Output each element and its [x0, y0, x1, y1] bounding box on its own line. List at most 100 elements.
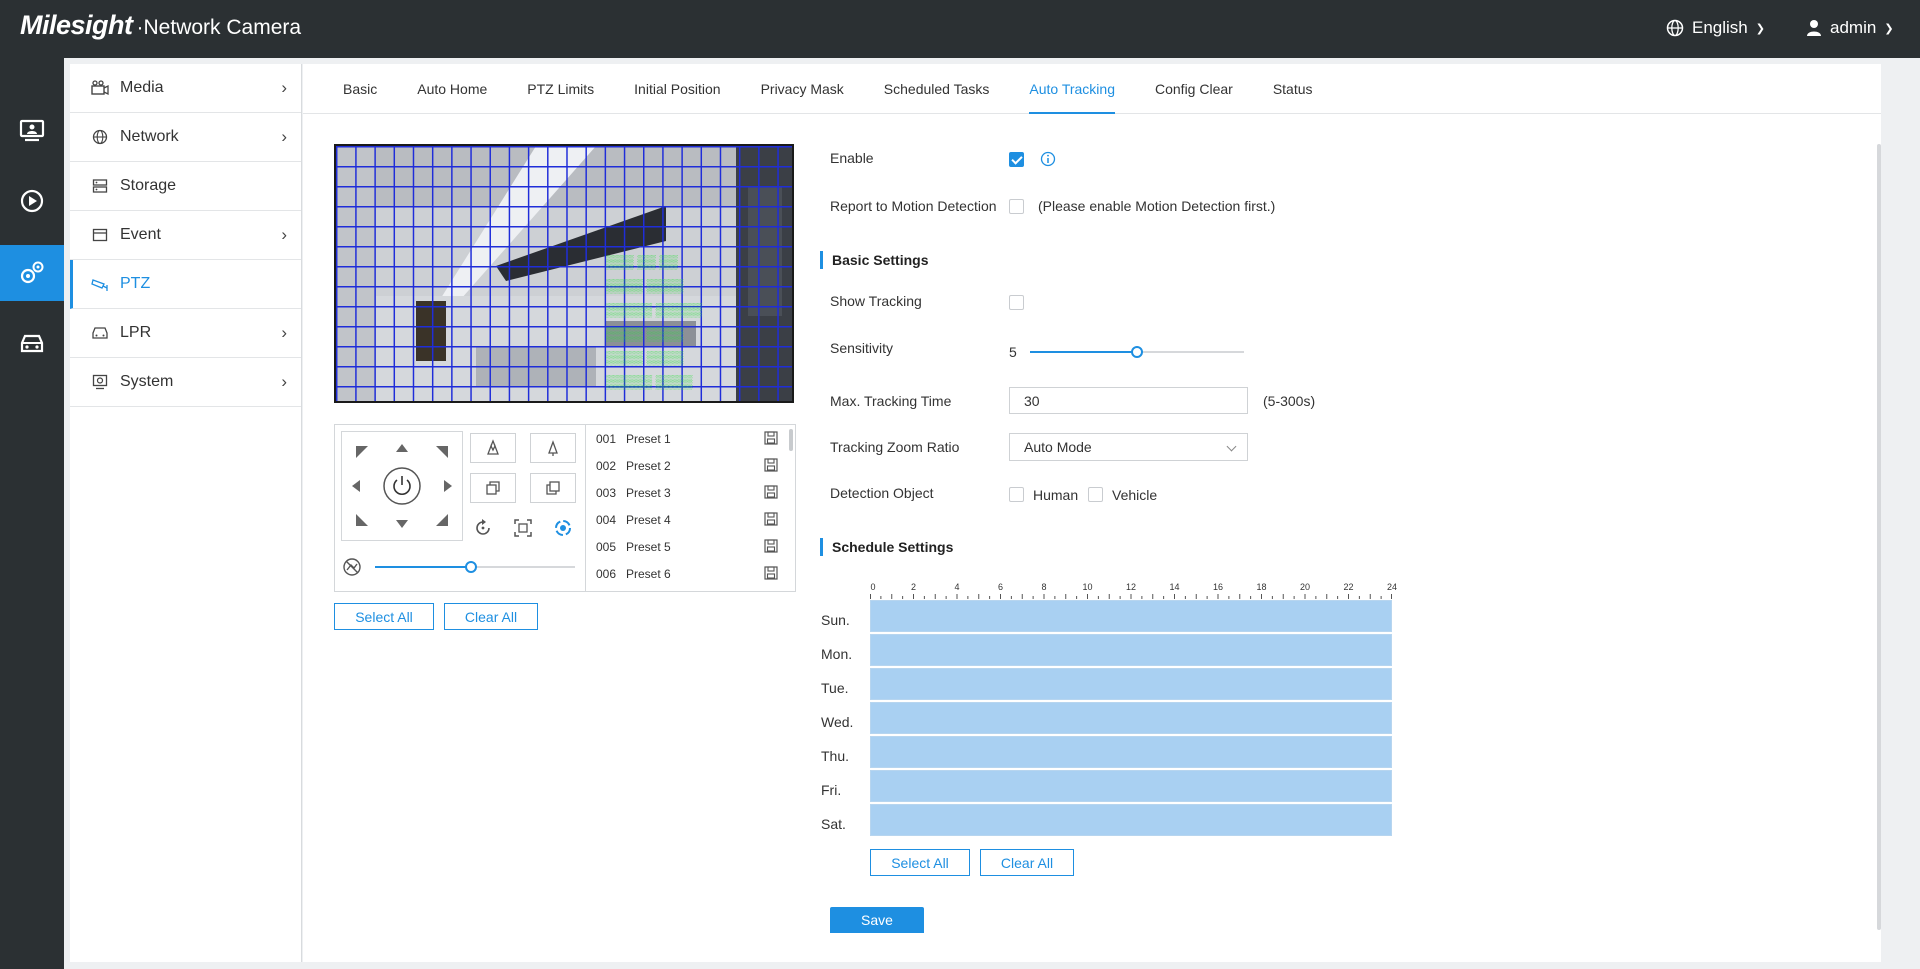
arrow-up-left-button[interactable]	[356, 446, 368, 458]
rail-settings[interactable]	[0, 245, 64, 301]
sensitivity-fill	[1030, 351, 1137, 353]
center-button[interactable]	[383, 467, 421, 505]
schedule-hour-label: 10	[1082, 582, 1093, 592]
vehicle-checkbox[interactable]	[1088, 487, 1103, 502]
arrow-left-button[interactable]	[352, 480, 360, 492]
system-icon	[90, 372, 110, 392]
top-bar: Milesight ·Network Camera English ❯ admin…	[0, 0, 1920, 58]
brand-logo: Milesight ·Network Camera	[20, 10, 301, 41]
sidebar-item-event[interactable]: Event ›	[70, 211, 301, 260]
arrow-right-button[interactable]	[444, 480, 452, 492]
enable-checkbox[interactable]	[1009, 152, 1024, 167]
human-checkbox[interactable]	[1009, 487, 1024, 502]
content-scrollbar[interactable]	[1877, 144, 1881, 930]
save-preset-icon[interactable]	[764, 512, 778, 526]
arrow-down-right-button[interactable]	[436, 514, 448, 526]
ptz-speed-handle[interactable]	[465, 561, 477, 573]
info-icon[interactable]	[1040, 151, 1056, 167]
focus-far-button[interactable]	[530, 473, 576, 503]
tab-auto-home[interactable]: Auto Home	[397, 64, 507, 114]
focus-near-icon	[486, 481, 500, 495]
schedule-day-bar[interactable]	[870, 668, 1392, 700]
tab-basic[interactable]: Basic	[323, 64, 397, 114]
save-preset-icon[interactable]	[764, 485, 778, 499]
sidebar-item-storage[interactable]: Storage	[70, 162, 301, 211]
zoom-out-button[interactable]	[470, 433, 516, 463]
rail-live-view[interactable]	[0, 103, 64, 159]
sensitivity-handle[interactable]	[1131, 346, 1143, 358]
tab-status[interactable]: Status	[1253, 64, 1333, 114]
rail-vehicle[interactable]	[0, 316, 64, 372]
tab-privacy-mask[interactable]: Privacy Mask	[741, 64, 864, 114]
tracking-zoom-ratio-select[interactable]: Auto Mode	[1009, 433, 1248, 461]
schedule-select-all-button[interactable]: Select All	[870, 849, 970, 876]
save-preset-icon[interactable]	[764, 539, 778, 553]
rotate-icon[interactable]	[472, 517, 494, 539]
tab-ptz-limits[interactable]: PTZ Limits	[507, 64, 614, 114]
schedule-day-bar[interactable]	[870, 634, 1392, 666]
basic-settings-heading: Basic Settings	[820, 251, 928, 269]
arrow-up-right-button[interactable]	[436, 446, 448, 458]
report-motion-checkbox[interactable]	[1009, 199, 1024, 214]
fit-frame-icon[interactable]	[512, 517, 534, 539]
preset-number: 001	[596, 431, 617, 446]
ptz-select-all-button[interactable]: Select All	[334, 603, 434, 630]
arrow-down-button[interactable]	[396, 520, 408, 528]
show-tracking-checkbox[interactable]	[1009, 295, 1024, 310]
ptz-clear-all-button[interactable]: Clear All	[444, 603, 538, 630]
schedule-day-bar[interactable]	[870, 736, 1392, 768]
zoom-in-button[interactable]	[530, 433, 576, 463]
ptz-speed-slider[interactable]	[375, 561, 575, 573]
schedule-hour-label: 18	[1256, 582, 1267, 592]
sidebar-item-network[interactable]: Network ›	[70, 113, 301, 162]
sensitivity-slider[interactable]	[1030, 346, 1244, 358]
schedule-day-bar[interactable]	[870, 600, 1392, 632]
schedule-hour-label: 8	[1041, 582, 1047, 592]
tab-auto-tracking[interactable]: Auto Tracking	[1009, 64, 1135, 114]
schedule-day-bar[interactable]	[870, 770, 1392, 802]
preset-row[interactable]: 001 Preset 1	[586, 425, 795, 452]
preset-name: Preset 3	[626, 485, 671, 500]
preset-row[interactable]: 005 Preset 5	[586, 533, 795, 560]
max-tracking-time-input[interactable]: 30	[1009, 387, 1248, 414]
preset-name: Preset 6	[626, 566, 671, 581]
side-nav: Media › Network › Storage Event › PTZ LP…	[70, 64, 302, 962]
tracking-zoom-ratio-value: Auto Mode	[1024, 439, 1092, 455]
left-rail	[0, 58, 64, 969]
tab-initial-position[interactable]: Initial Position	[614, 64, 740, 114]
tab-bar: Basic Auto Home PTZ Limits Initial Posit…	[303, 64, 1881, 114]
save-preset-icon[interactable]	[764, 431, 778, 445]
preset-name: Preset 1	[626, 431, 671, 446]
sidebar-item-media[interactable]: Media ›	[70, 64, 301, 113]
schedule-hour-label: 24	[1386, 582, 1398, 592]
save-preset-icon[interactable]	[764, 458, 778, 472]
sidebar-item-label: Storage	[120, 177, 177, 194]
save-button[interactable]: Save	[830, 907, 924, 933]
preset-row[interactable]: 003 Preset 3	[586, 479, 795, 506]
schedule-hour-ticks	[870, 594, 1392, 599]
tab-config-clear[interactable]: Config Clear	[1135, 64, 1253, 114]
product-name: ·Network Camera	[136, 16, 302, 39]
language-selector[interactable]: English ❯	[1666, 18, 1765, 38]
schedule-clear-all-button[interactable]: Clear All	[980, 849, 1074, 876]
sensitivity-value: 5	[1009, 344, 1017, 360]
schedule-day-label: Tue.	[821, 680, 849, 696]
auto-tracking-icon[interactable]	[552, 517, 574, 539]
save-preset-icon[interactable]	[764, 566, 778, 580]
focus-near-button[interactable]	[470, 473, 516, 503]
rail-playback[interactable]	[0, 173, 64, 229]
schedule-day-bar[interactable]	[870, 804, 1392, 836]
tab-scheduled-tasks[interactable]: Scheduled Tasks	[864, 64, 1010, 114]
video-preview[interactable]: ▒▒▒ ▒▒ ▒▒ ▒▒▒▒ ▒▒▒▒ ▒▒▒▒▒ ▒▒▒▒▒ ▒▒▒▒ ▒▒▒…	[334, 144, 794, 403]
preset-row[interactable]: 004 Preset 4	[586, 506, 795, 533]
osd-text-line: ▒▒▒▒ ▒▒▒▒	[606, 326, 684, 341]
arrow-up-button[interactable]	[396, 444, 408, 452]
user-menu[interactable]: admin ❯	[1806, 18, 1894, 38]
sidebar-item-ptz[interactable]: PTZ	[70, 260, 301, 309]
sidebar-item-system[interactable]: System ›	[70, 358, 301, 407]
schedule-day-bar[interactable]	[870, 702, 1392, 734]
sidebar-item-lpr[interactable]: LPR ›	[70, 309, 301, 358]
preset-row[interactable]: 002 Preset 2	[586, 452, 795, 479]
arrow-down-left-button[interactable]	[356, 514, 368, 526]
preset-row[interactable]: 006 Preset 6	[586, 560, 795, 587]
